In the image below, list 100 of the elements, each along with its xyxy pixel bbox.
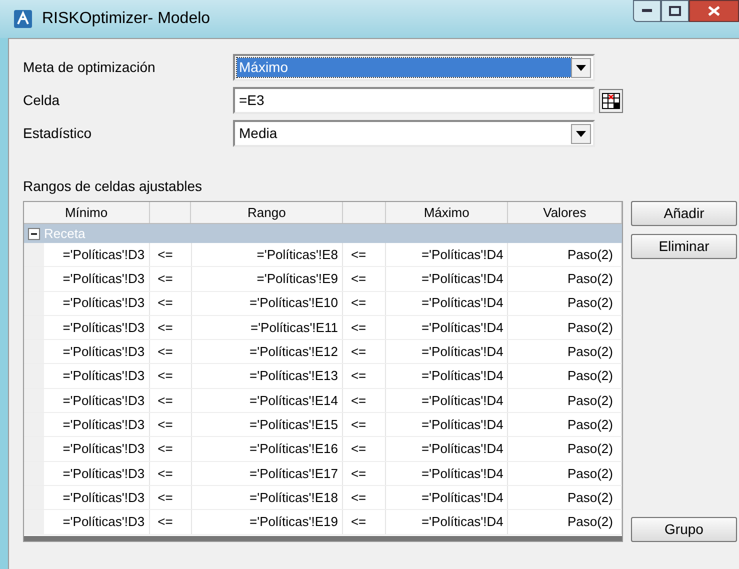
table-cell: ='Políticas'!D4	[386, 364, 508, 388]
cell-picker-icon[interactable]	[599, 88, 623, 112]
table-cell: Paso(2)	[508, 510, 622, 534]
table-cell: Paso(2)	[508, 486, 622, 510]
column-header: Mínimo	[24, 202, 150, 223]
table-cell: Paso(2)	[508, 316, 622, 340]
table-cell: ='Políticas'!E16	[192, 437, 343, 461]
table-cell: ='Políticas'!D3	[24, 267, 150, 291]
table-cell: Paso(2)	[508, 267, 622, 291]
column-header: Rango	[191, 202, 343, 223]
table-cell: Paso(2)	[508, 437, 622, 461]
table-cell: Paso(2)	[508, 364, 622, 388]
collapse-icon[interactable]	[28, 228, 40, 240]
table-cell: <=	[342, 267, 386, 291]
table-cell: ='Políticas'!D3	[24, 462, 150, 485]
field-label: Estadístico	[23, 124, 92, 143]
field-label: Meta de optimización	[23, 58, 156, 77]
table-cell: ='Políticas'!D4	[386, 462, 508, 485]
table-cell: ='Políticas'!E10	[192, 292, 343, 315]
table-cell: <=	[342, 340, 386, 364]
field-value: Máximo	[237, 58, 571, 77]
table-cell: <=	[150, 340, 192, 364]
table-cell: <=	[150, 243, 192, 266]
field-value: Media	[238, 124, 278, 143]
table-cell: <=	[342, 364, 386, 388]
table-cell: Paso(2)	[508, 243, 622, 266]
table-cell: ='Políticas'!D4	[386, 340, 508, 364]
field-value: =E3	[238, 91, 266, 110]
horizontal-scrollbar[interactable]	[24, 536, 622, 541]
table-cell: ='Políticas'!E17	[192, 462, 343, 485]
table-cell: ='Políticas'!D3	[24, 388, 150, 412]
app-logo-icon	[14, 10, 32, 28]
cell-reference-field[interactable]: =E3	[233, 87, 595, 114]
table-cell: ='Políticas'!D3	[24, 292, 150, 315]
table-cell: <=	[150, 364, 192, 388]
table-cell: ='Políticas'!D3	[24, 316, 150, 340]
table-cell: ='Políticas'!E14	[192, 388, 343, 412]
table-cell: <=	[342, 292, 386, 315]
table-cell: ='Políticas'!D4	[386, 316, 508, 340]
dropdown-field[interactable]: Media	[233, 120, 595, 147]
table-cell: ='Políticas'!D4	[386, 486, 508, 510]
table-cell: Paso(2)	[508, 388, 622, 412]
dropdown-field[interactable]: Máximo	[233, 54, 595, 81]
table-cell: <=	[150, 388, 192, 412]
table-cell: ='Políticas'!D4	[386, 292, 508, 315]
table-cell: ='Políticas'!E9	[192, 267, 343, 291]
maximize-icon	[669, 6, 681, 16]
table-cell: ='Políticas'!D3	[24, 364, 150, 388]
table-cell: <=	[342, 316, 386, 340]
table-cell: ='Políticas'!E8	[192, 243, 343, 266]
minimize-icon	[642, 9, 652, 13]
group-name: Receta	[44, 224, 86, 243]
table-cell: <=	[150, 267, 192, 291]
minimize-button[interactable]	[633, 0, 661, 22]
maximize-button[interactable]	[661, 0, 689, 22]
table-cell: ='Políticas'!D4	[386, 437, 508, 461]
table-cell: ='Políticas'!D3	[24, 486, 150, 510]
table-cell: ='Políticas'!D4	[386, 267, 508, 291]
column-header: Valores	[508, 202, 622, 223]
table-cell: <=	[150, 316, 192, 340]
table-cell: ='Políticas'!D4	[386, 413, 508, 436]
table-cell: ='Políticas'!E11	[192, 316, 343, 340]
table-cell: ='Políticas'!D3	[24, 340, 150, 364]
table-cell: ='Políticas'!E15	[192, 413, 343, 436]
table-cell: ='Políticas'!D4	[386, 388, 508, 412]
table-cell: ='Políticas'!E12	[192, 340, 343, 364]
close-icon	[708, 6, 720, 16]
table-cell: <=	[342, 388, 386, 412]
table-cell: ='Políticas'!E19	[192, 510, 343, 534]
table-cell: Paso(2)	[508, 340, 622, 364]
table-cell: <=	[342, 243, 386, 266]
table-cell: <=	[342, 413, 386, 436]
table-cell: ='Políticas'!D3	[24, 437, 150, 461]
table-cell: <=	[342, 486, 386, 510]
table-cell: ='Políticas'!D3	[24, 413, 150, 436]
table-cell: Paso(2)	[508, 292, 622, 315]
table-cell: <=	[342, 510, 386, 534]
dialog-button[interactable]: Grupo	[631, 516, 737, 542]
field-label: Celda	[23, 91, 61, 110]
close-button[interactable]	[689, 0, 739, 22]
dialog-button[interactable]: Añadir	[631, 201, 737, 226]
column-header: Máximo	[386, 202, 508, 223]
table-cell: <=	[150, 413, 192, 436]
table-cell: ='Políticas'!D4	[386, 510, 508, 534]
dialog-button[interactable]: Eliminar	[631, 234, 737, 259]
table-cell: ='Políticas'!E13	[192, 364, 343, 388]
table-cell: <=	[150, 292, 192, 315]
table-cell: Paso(2)	[508, 462, 622, 485]
table-cell: ='Políticas'!D4	[386, 243, 508, 266]
table-cell: <=	[342, 437, 386, 461]
table-cell: <=	[150, 437, 192, 461]
window-title: RISKOptimizer- Modelo	[42, 9, 210, 29]
table-cell: <=	[342, 462, 386, 485]
table-cell: <=	[150, 510, 192, 534]
section-title: Rangos de celdas ajustables	[23, 177, 204, 196]
table-cell: Paso(2)	[508, 413, 622, 436]
table-cell: <=	[150, 486, 192, 510]
table-cell: <=	[150, 462, 192, 485]
table-cell: ='Políticas'!D3	[24, 243, 150, 266]
table-cell: ='Políticas'!E18	[192, 486, 343, 510]
